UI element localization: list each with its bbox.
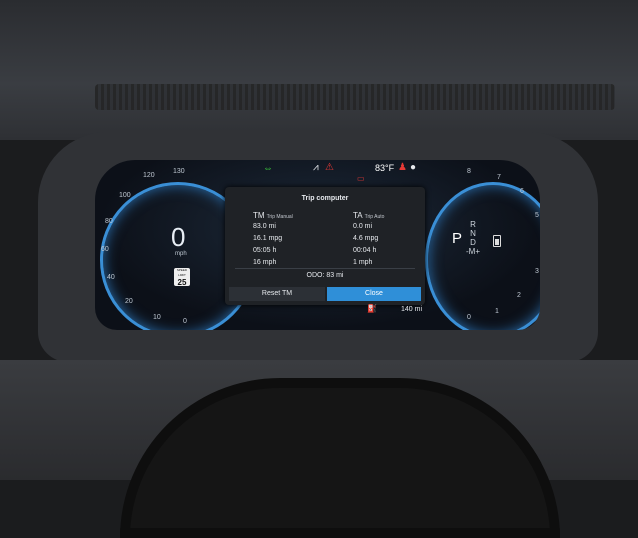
speed-scale-label: 130 [173, 168, 185, 175]
gear-option: D [470, 238, 476, 247]
instrument-cluster: 120 130 100 80 60 40 20 10 0 0 mph SPEED… [95, 160, 540, 330]
trip-auto-header: TA Trip Auto [353, 211, 384, 220]
battery-icon [493, 235, 501, 247]
speed-unit: mph [175, 251, 187, 257]
ta-code: TA [353, 211, 363, 220]
rpm-scale-label: 3 [535, 268, 539, 275]
tm-distance: 83.0 mi [253, 223, 276, 230]
passenger-airbag-icon: ● [410, 162, 417, 173]
rpm-scale-label: 7 [497, 174, 501, 181]
tm-label: Trip Manual [266, 214, 293, 220]
gear-option: R [470, 220, 476, 229]
tm-time: 05:05 h [253, 247, 277, 254]
dialog-title: Trip computer [301, 195, 349, 202]
speed-scale-label: 100 [119, 192, 131, 199]
ta-economy: 4.6 mpg [353, 235, 379, 242]
tm-code: TM [253, 211, 265, 220]
rpm-scale-label: 2 [517, 292, 521, 299]
gear-option: -M+ [466, 247, 480, 256]
rpm-scale-label: 5 [535, 212, 539, 219]
road-icon: ⩘ [313, 162, 319, 173]
speed-scale-label: 0 [183, 318, 187, 325]
speed-limit-value: 25 [177, 278, 187, 287]
gear-option: N [470, 229, 476, 238]
odometer: ODO: 83 mi [306, 272, 344, 279]
trip-computer-dialog: Trip computer TM Trip Manual TA Trip Auto … [225, 187, 425, 305]
warning-triangle-icon: ⚠ [325, 162, 334, 173]
ta-avg-speed: 1 mph [353, 259, 373, 266]
defrost-vent [95, 84, 615, 110]
ta-time: 00:04 h [353, 247, 377, 254]
gear-list: R N D -M+ [466, 220, 480, 256]
speed-scale-label: 10 [153, 314, 161, 321]
speed-limit-label: SPEED LIMIT [176, 268, 188, 277]
speed-scale-label: 40 [107, 274, 115, 281]
ta-distance: 0.0 mi [353, 223, 373, 230]
tm-avg-speed: 16 mph [253, 259, 277, 266]
trip-manual-header: TM Trip Manual [253, 211, 293, 220]
lane-assist-icon: ⇔ [263, 163, 273, 174]
rpm-scale-label: 6 [520, 188, 524, 195]
outside-temperature: 83°F [375, 163, 395, 173]
rpm-scale-label: 8 [467, 168, 471, 175]
rpm-scale-label: 0 [467, 314, 471, 321]
battery-warning-icon: ▭ [357, 174, 365, 183]
seatbelt-warning-icon: ♟ [398, 162, 407, 173]
reset-tm-button[interactable]: Reset TM [229, 287, 325, 301]
speed-scale-label: 80 [105, 218, 113, 225]
speed-scale-label: 60 [101, 246, 109, 253]
range-readout: 140 mi [401, 306, 423, 313]
speed-limit-sign: SPEED LIMIT 25 [174, 268, 190, 287]
ta-label: Trip Auto [364, 214, 385, 220]
tm-economy: 16.1 mpg [253, 235, 283, 242]
close-button[interactable]: Close [327, 287, 421, 301]
rpm-scale-label: 1 [495, 308, 499, 315]
fuel-pump-icon: ⛽ [367, 304, 377, 313]
dialog-divider [235, 268, 415, 269]
speed-readout: 0 [171, 222, 186, 252]
tachometer-ring [425, 182, 540, 330]
current-gear: P [452, 230, 463, 247]
speed-scale-label: 20 [125, 298, 133, 305]
speed-scale-label: 120 [143, 172, 155, 179]
dashboard-top [0, 0, 638, 140]
